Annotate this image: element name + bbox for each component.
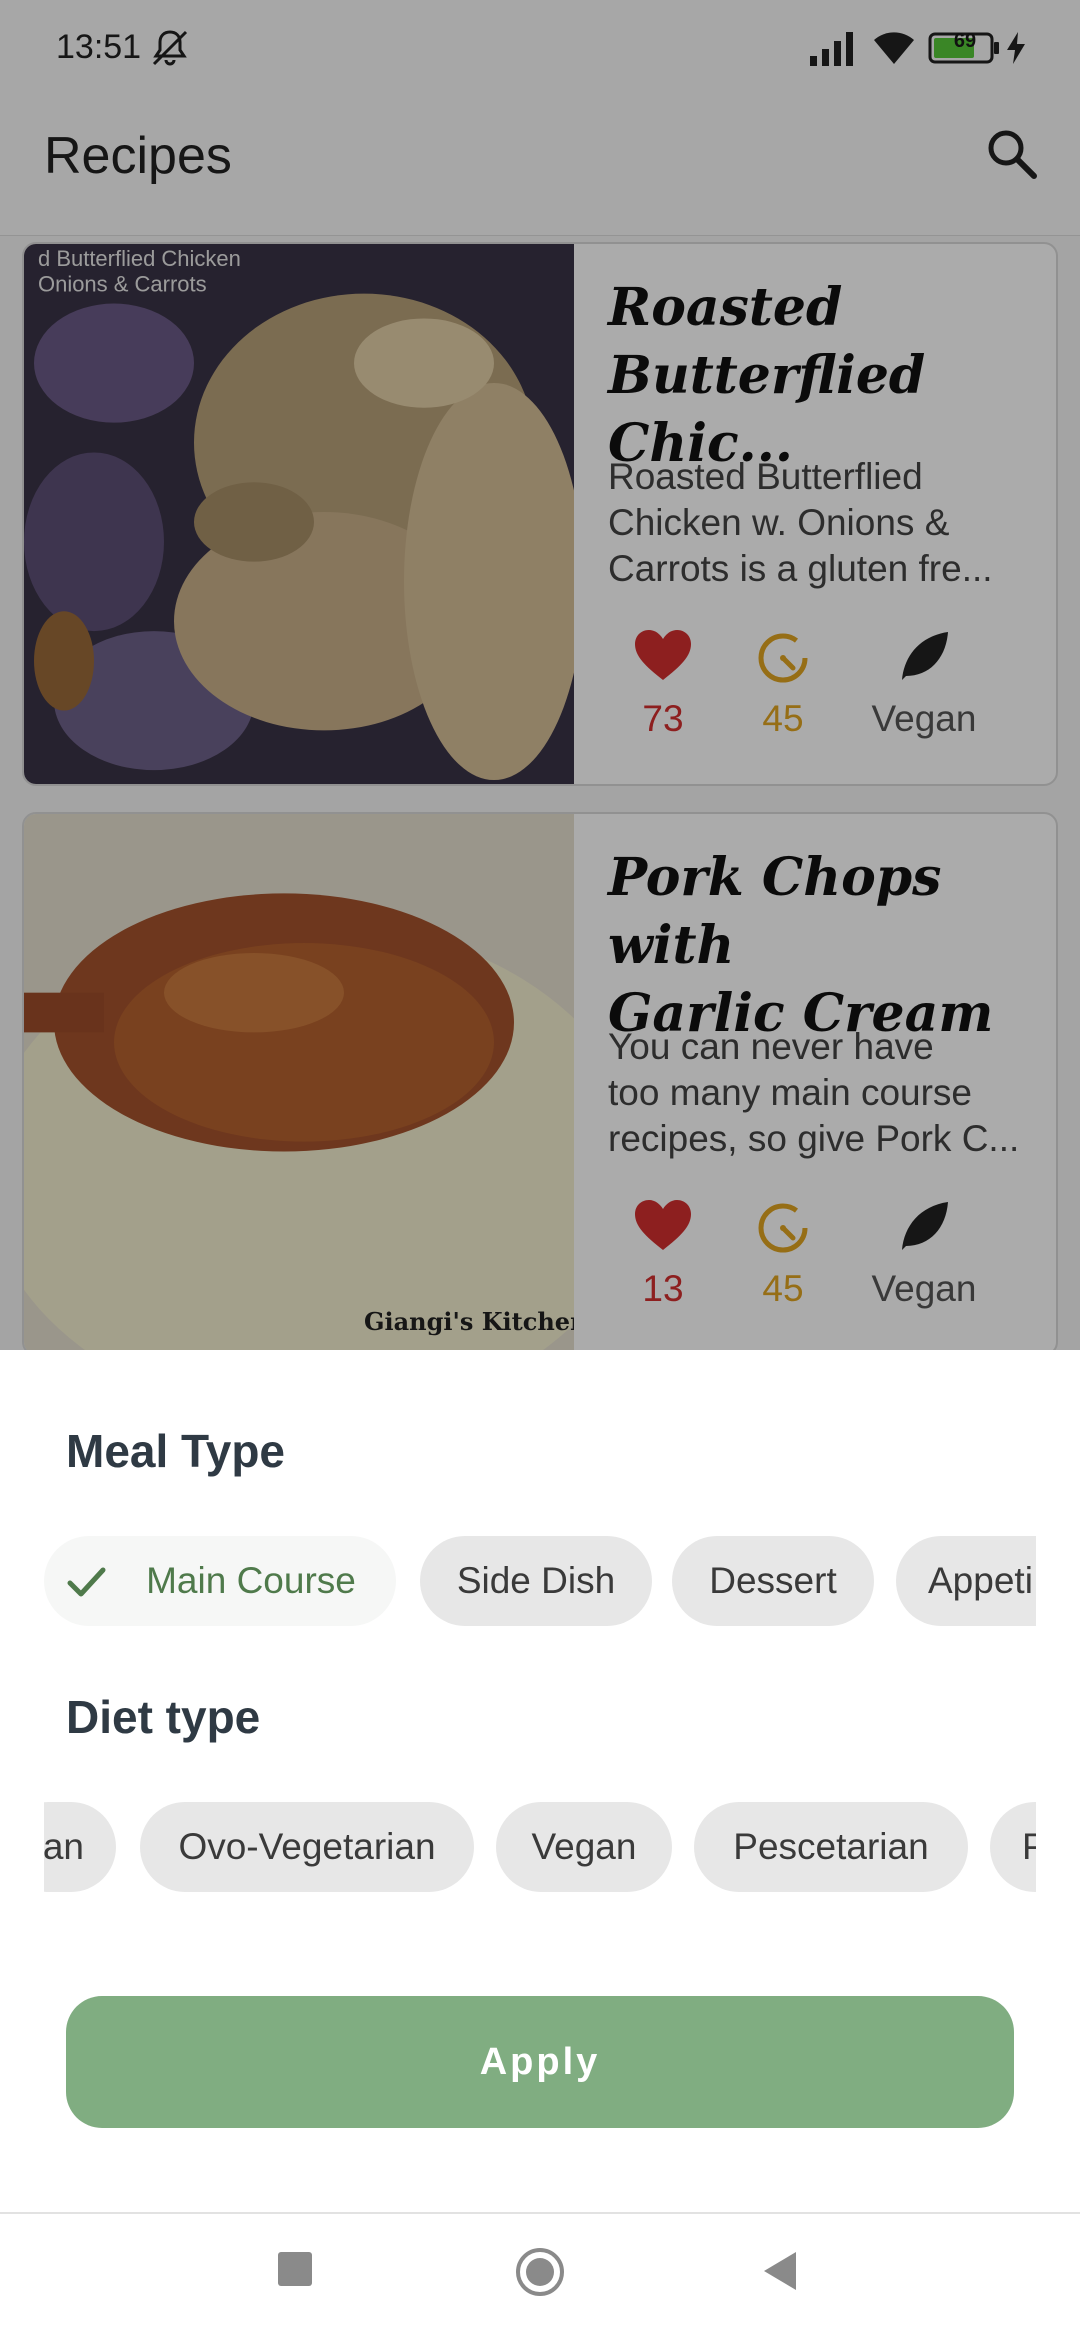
chip-ovo-vegetarian[interactable]: Ovo-Vegetarian [140,1802,474,1892]
chip-label: P [1022,1826,1036,1867]
chip-dessert[interactable]: Dessert [672,1536,874,1626]
chip-label: Side Dish [456,1560,616,1601]
check-icon [67,1567,106,1597]
back-button[interactable] [760,2248,800,2294]
chip-diet-partial-right[interactable]: P [990,1802,1036,1892]
chip-diet-partial[interactable]: an [44,1802,116,1892]
chip-label: Appeti [928,1560,1033,1601]
chip-label: Main Course [146,1560,356,1601]
chip-vegan[interactable]: Vegan [496,1802,672,1892]
chip-side-dish[interactable]: Side Dish [420,1536,652,1626]
recents-button[interactable] [278,2252,312,2286]
meal-type-chip-row[interactable]: Main Course Side Dish Dessert Appeti [44,1536,1036,1628]
chip-appetizer[interactable]: Appeti [896,1536,1036,1626]
filter-bottom-sheet: Meal Type Main Course Side Dish Dessert … [0,1350,1080,2212]
diet-type-title: Diet type [66,1691,261,1743]
chip-label: Pescetarian [733,1826,929,1867]
system-nav-bar [0,2212,1080,2340]
meal-type-title: Meal Type [66,1425,285,1477]
apply-button[interactable]: Apply [66,1996,1014,2128]
chip-label: Vegan [531,1826,637,1867]
diet-type-chip-row[interactable]: an Ovo-Vegetarian Vegan Pescetarian P [44,1802,1036,1894]
chip-pescetarian[interactable]: Pescetarian [694,1802,968,1892]
chip-label: Dessert [709,1560,837,1601]
home-button[interactable] [514,2246,566,2298]
modal-scrim[interactable] [0,0,1080,1350]
chip-label: Ovo-Vegetarian [178,1826,436,1867]
chip-main-course[interactable]: Main Course [44,1536,396,1626]
chip-label: an [44,1826,84,1867]
